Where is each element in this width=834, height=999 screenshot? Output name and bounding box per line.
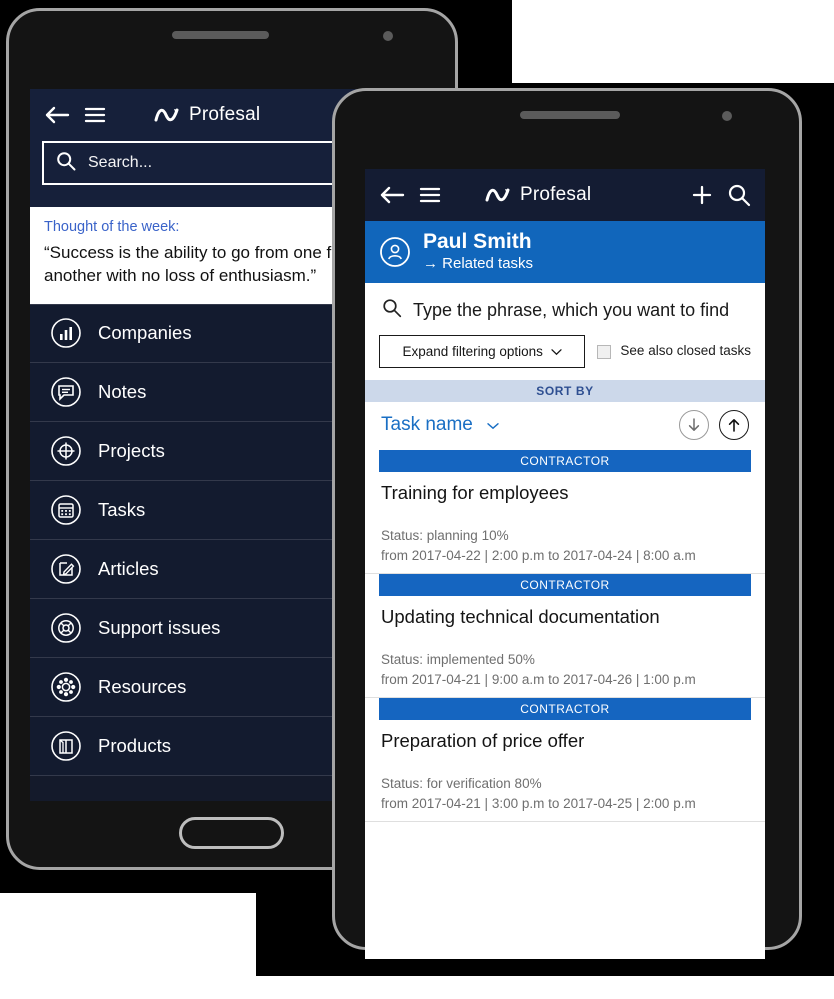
crosshair-circle-icon	[50, 435, 82, 467]
user-circle-icon	[379, 236, 411, 268]
search-placeholder: Search...	[88, 154, 153, 171]
chevron-down-icon	[551, 344, 562, 359]
task-title: Updating technical documentation	[381, 606, 660, 628]
app-brand-label: Profesal	[520, 184, 592, 205]
pencil-square-circle-icon	[50, 553, 82, 585]
sidebar-item-label: Projects	[98, 439, 165, 461]
search-icon[interactable]	[727, 183, 751, 207]
profesal-logo-icon	[485, 186, 511, 204]
gear-circle-icon	[50, 671, 82, 703]
sidebar-item-label: Resources	[98, 675, 187, 697]
closed-tasks-label: See also closed tasks	[620, 343, 751, 359]
sidebar-item-label: Tasks	[98, 498, 146, 520]
scene: Profesal Search... Thought of the week: …	[0, 0, 834, 999]
task-role-tag: CONTRACTOR	[379, 574, 751, 597]
task-status: Status: implemented 50%	[381, 652, 535, 668]
app-brand-right: Profesal	[485, 184, 591, 206]
backdrop-bottom-strip	[0, 976, 834, 999]
hamburger-icon[interactable]	[419, 186, 441, 204]
closed-tasks-toggle[interactable]: See also closed tasks	[597, 343, 751, 360]
calendar-circle-icon	[50, 494, 82, 526]
phone-right-screen: Profesal Paul Smith → Related tasks Type…	[365, 169, 765, 959]
task-dates: from 2017-04-21 | 3:00 p.m to 2017-04-25…	[381, 795, 696, 811]
search-icon	[382, 298, 402, 323]
person-name: Paul Smith	[423, 230, 532, 254]
plus-icon[interactable]	[691, 184, 713, 206]
phone-device-right: Profesal Paul Smith → Related tasks Type…	[332, 88, 802, 959]
sort-field-selector[interactable]: Task name	[381, 414, 473, 436]
task-dates: from 2017-04-22 | 2:00 p.m to 2017-04-24…	[381, 547, 696, 563]
task-role-tag: CONTRACTOR	[379, 698, 751, 721]
search-icon	[56, 151, 76, 176]
home-button[interactable]	[179, 817, 284, 849]
speech-bubble-circle-icon	[50, 376, 82, 408]
filter-button-label: Expand filtering options	[402, 344, 543, 359]
hamburger-icon[interactable]	[84, 106, 106, 124]
earpiece-speaker	[520, 111, 620, 119]
app-topbar-right: Profesal	[365, 169, 765, 221]
find-placeholder: Type the phrase, which you want to find	[413, 300, 730, 320]
task-row[interactable]: CONTRACTOR Updating technical documentat…	[365, 574, 765, 699]
person-header[interactable]: Paul Smith → Related tasks	[365, 221, 765, 283]
front-camera	[383, 31, 393, 41]
sidebar-item-label: Notes	[98, 380, 147, 402]
app-brand-label: Profesal	[189, 104, 261, 125]
chevron-down-icon[interactable]	[487, 418, 499, 433]
sort-by-header: SORT BY	[365, 380, 765, 402]
sidebar-item-label: Support issues	[98, 616, 221, 638]
task-status: Status: planning 10%	[381, 528, 509, 543]
find-input[interactable]: Type the phrase, which you want to find	[365, 283, 765, 335]
task-title: Training for employees	[381, 482, 569, 503]
sidebar-item-label: Products	[98, 734, 172, 756]
front-camera	[722, 111, 732, 121]
filter-controls: Expand filtering options See also closed…	[365, 335, 765, 380]
arrow-left-icon[interactable]	[379, 185, 405, 205]
task-list-panel: Type the phrase, which you want to find …	[365, 283, 765, 959]
lifebuoy-circle-icon	[50, 612, 82, 644]
task-role-tag: CONTRACTOR	[379, 450, 751, 472]
closed-tasks-checkbox[interactable]	[597, 344, 612, 359]
task-status: Status: for verification 80%	[381, 776, 542, 792]
app-brand-left: Profesal	[154, 104, 260, 126]
box-circle-icon	[50, 730, 82, 762]
person-subtitle: → Related tasks	[423, 254, 534, 272]
task-row[interactable]: CONTRACTOR Training for employees Status…	[365, 450, 765, 575]
sidebar-item-label: Companies	[98, 322, 192, 344]
chart-bars-circle-icon	[50, 317, 82, 349]
sort-controls: Task name	[365, 402, 765, 450]
task-title: Preparation of price offer	[381, 730, 585, 752]
expand-filtering-options-button[interactable]: Expand filtering options	[379, 335, 586, 368]
earpiece-speaker	[172, 31, 269, 39]
task-dates: from 2017-04-21 | 9:00 a.m to 2017-04-26…	[381, 671, 696, 687]
task-row[interactable]: CONTRACTOR Preparation of price offer St…	[365, 698, 765, 823]
sort-direction-buttons	[679, 410, 749, 440]
arrow-left-icon[interactable]	[44, 105, 70, 125]
backdrop-top-right	[512, 0, 834, 83]
arrow-down-icon[interactable]	[679, 410, 709, 440]
arrow-up-icon[interactable]	[719, 410, 749, 440]
profesal-logo-icon	[154, 106, 180, 124]
sidebar-item-label: Articles	[98, 557, 159, 579]
